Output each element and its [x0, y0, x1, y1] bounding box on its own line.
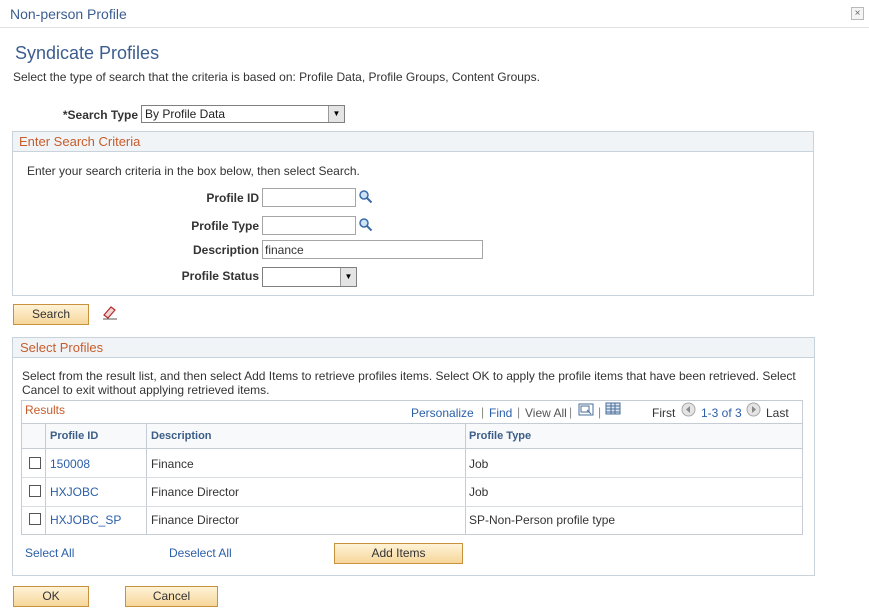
- add-items-button[interactable]: Add Items: [334, 543, 463, 564]
- profile-id-link[interactable]: HXJOBC_SP: [50, 513, 121, 527]
- description-input[interactable]: finance: [262, 240, 483, 259]
- row-description: Finance Director: [151, 513, 240, 527]
- spreadsheet-icon[interactable]: [605, 402, 621, 415]
- row-range: 1-3 of 3: [701, 406, 742, 420]
- row-checkbox[interactable]: [29, 485, 41, 497]
- window-titlebar: [0, 0, 869, 28]
- profile-status-select[interactable]: ▼: [262, 267, 357, 287]
- row-divider: [22, 506, 802, 507]
- page-instruction: Select the type of search that the crite…: [13, 70, 540, 84]
- arrow-left-icon[interactable]: [681, 402, 696, 417]
- column-divider: [465, 423, 466, 535]
- select-profiles-header: [13, 338, 814, 358]
- find-link[interactable]: Find: [489, 406, 512, 420]
- profile-type-label: Profile Type: [191, 219, 259, 233]
- row-profile-type: Job: [469, 457, 489, 471]
- arrow-right-icon[interactable]: [746, 402, 761, 417]
- results-title: Results: [25, 403, 66, 417]
- eraser-icon[interactable]: [101, 304, 119, 320]
- select-all-link[interactable]: Select All: [25, 546, 74, 560]
- select-profiles-instruction: Select from the result list, and then se…: [22, 369, 796, 397]
- row-checkbox[interactable]: [29, 513, 41, 525]
- profile-id-link[interactable]: HXJOBC: [50, 485, 99, 499]
- cancel-button[interactable]: Cancel: [125, 586, 218, 607]
- personalize-link[interactable]: Personalize: [411, 406, 474, 420]
- column-divider: [45, 423, 46, 535]
- row-profile-type: SP-Non-Person profile type: [469, 513, 616, 527]
- row-profile-type: Job: [469, 485, 489, 499]
- row-checkbox[interactable]: [29, 457, 41, 469]
- ok-button[interactable]: OK: [13, 586, 89, 607]
- search-criteria-title: Enter Search Criteria: [19, 134, 141, 149]
- chevron-down-icon: ▼: [328, 106, 344, 122]
- profile-id-link[interactable]: 150008: [50, 457, 90, 471]
- description-label: Description: [192, 243, 259, 257]
- row-description: Finance Director: [151, 485, 240, 499]
- search-type-label: *Search Type: [62, 108, 138, 122]
- toolbar-separator: |: [481, 405, 485, 419]
- first-label[interactable]: First: [652, 406, 675, 420]
- view-all-link[interactable]: View All: [525, 406, 567, 420]
- toolbar-separator: |: [569, 405, 573, 419]
- search-type-value: By Profile Data: [145, 107, 226, 121]
- column-divider: [146, 423, 147, 535]
- deselect-all-link[interactable]: Deselect All: [169, 546, 232, 560]
- chevron-down-icon: ▼: [340, 268, 356, 286]
- magnifier-icon[interactable]: [358, 217, 373, 232]
- profile-type-input[interactable]: [262, 216, 356, 235]
- profile-id-label: Profile ID: [206, 191, 259, 205]
- column-header-profile-type[interactable]: Profile Type: [469, 430, 531, 442]
- search-criteria-group: [12, 131, 814, 296]
- close-icon[interactable]: ×: [851, 7, 864, 20]
- page-title: Syndicate Profiles: [15, 43, 160, 63]
- last-label[interactable]: Last: [766, 406, 789, 420]
- toolbar-separator: |: [598, 405, 602, 419]
- select-profiles-title: Select Profiles: [20, 340, 104, 355]
- toolbar-separator: |: [517, 405, 521, 419]
- zoom-grid-icon[interactable]: [578, 403, 594, 416]
- row-description: Finance: [151, 457, 194, 471]
- search-criteria-instruction: Enter your search criteria in the box be…: [27, 164, 360, 178]
- profile-status-label: Profile Status: [181, 269, 259, 283]
- search-button[interactable]: Search: [13, 304, 89, 325]
- column-header-description[interactable]: Description: [151, 430, 212, 442]
- row-divider: [22, 477, 802, 478]
- profile-id-input[interactable]: [262, 188, 356, 207]
- column-header-profile-id[interactable]: Profile ID: [50, 430, 98, 442]
- results-header-row: [22, 423, 802, 449]
- window-title: Non-person Profile: [10, 6, 127, 22]
- search-type-select[interactable]: By Profile Data ▼: [141, 105, 345, 123]
- magnifier-icon[interactable]: [358, 189, 373, 204]
